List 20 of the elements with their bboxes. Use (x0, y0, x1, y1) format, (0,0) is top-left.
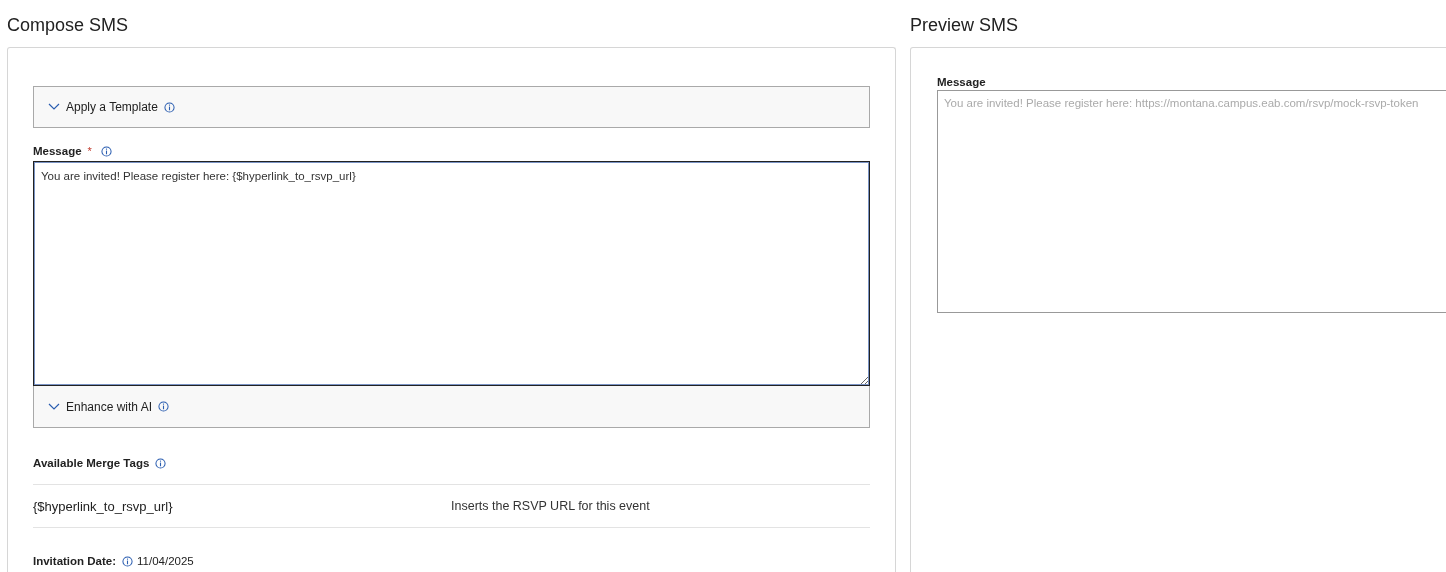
message-field[interactable]: You are invited! Please register here: {$hyperlink_to_rsvp_url} (33, 161, 870, 386)
chevron-icon (48, 103, 60, 111)
chevron-icon (48, 402, 60, 411)
info-icon[interactable] (158, 401, 170, 412)
section-title: Compose SMS (7, 14, 130, 36)
field-label: Message (937, 76, 987, 88)
info-icon[interactable] (163, 101, 175, 113)
template-accordion[interactable]: Apply a Template (33, 86, 870, 128)
required-mark: * (87, 145, 92, 157)
info-icon[interactable] (100, 145, 112, 157)
merge-tag: {$hyperlink_to_rsvp_url} (33, 498, 451, 514)
info-icon[interactable] (155, 457, 167, 469)
merge-tags-heading: Available Merge Tags (33, 457, 150, 469)
info-icon[interactable] (122, 555, 134, 567)
merge-tag-description: Inserts the RSVP URL for this event (451, 499, 650, 513)
field-label: Message (33, 145, 82, 157)
ai-accordion[interactable]: Enhance with AI (33, 386, 870, 428)
date-value: 11/04/2025 (137, 555, 194, 567)
field-label: Invitation Date: (33, 555, 117, 567)
section-title: Preview SMS (910, 14, 1020, 36)
